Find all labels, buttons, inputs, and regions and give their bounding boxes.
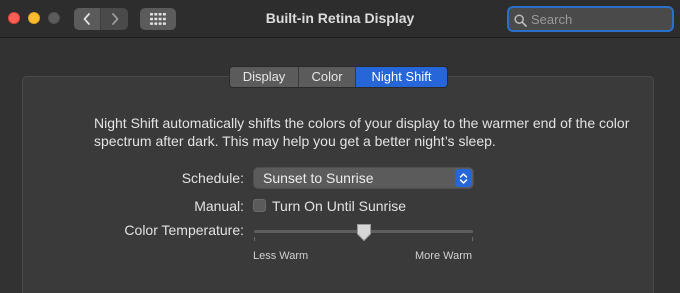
search-field[interactable] (507, 6, 674, 32)
back-button[interactable] (74, 8, 101, 30)
search-icon (514, 13, 527, 27)
close-window-button[interactable] (8, 12, 20, 24)
color-temperature-slider-thumb[interactable] (356, 223, 372, 242)
night-shift-description: Night Shift automatically shifts the col… (94, 115, 630, 149)
show-all-button[interactable] (140, 8, 176, 30)
manual-label: Manual: (194, 198, 244, 214)
zoom-window-button[interactable] (48, 12, 60, 24)
tab-display[interactable]: Display (230, 67, 299, 87)
tab-night-shift[interactable]: Night Shift (356, 67, 447, 87)
navigation-buttons (74, 8, 128, 30)
grid-icon (150, 13, 166, 25)
title-bar: Built-in Retina Display (0, 0, 680, 38)
more-warm-label: More Warm (415, 250, 473, 262)
schedule-label: Schedule: (181, 170, 244, 186)
slider-tick-max (472, 237, 473, 241)
schedule-select-value: Sunset to Sunrise (263, 170, 374, 186)
search-input[interactable] (531, 11, 661, 27)
chevron-left-icon (83, 13, 90, 25)
system-preferences-window: Built-in Retina Display Display Color Ni… (0, 0, 680, 293)
segmented-tab-control: Display Color Night Shift (229, 66, 448, 88)
chevron-up-down-icon (455, 169, 472, 187)
turn-on-until-sunrise-label[interactable]: Turn On Until Sunrise (272, 198, 406, 214)
schedule-select[interactable]: Sunset to Sunrise (253, 167, 474, 189)
chevron-right-icon (111, 13, 118, 25)
color-temperature-label: Color Temperature: (124, 222, 244, 238)
forward-button[interactable] (101, 8, 128, 30)
minimize-window-button[interactable] (28, 12, 40, 24)
tab-color[interactable]: Color (299, 67, 356, 87)
turn-on-until-sunrise-checkbox[interactable] (253, 199, 266, 212)
less-warm-label: Less Warm (253, 250, 309, 262)
slider-tick-min (254, 237, 255, 241)
